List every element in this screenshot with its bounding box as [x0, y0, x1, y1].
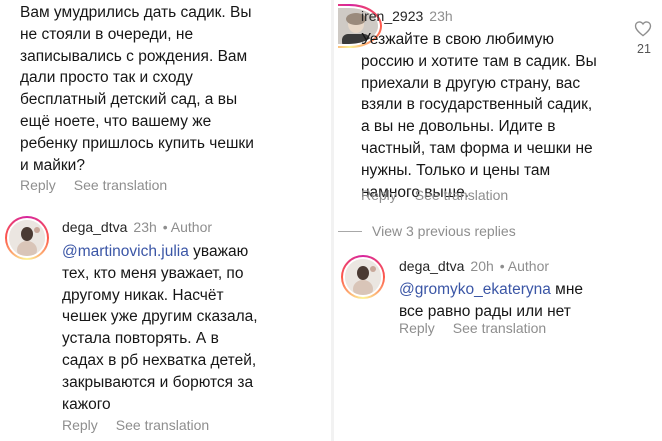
username[interactable]: dega_dtva [399, 258, 464, 274]
username[interactable]: iren_2923 [361, 8, 423, 24]
see-translation-link[interactable]: See translation [415, 187, 508, 203]
timestamp: 23h [429, 8, 453, 24]
comment-header: iren_2923 23h [361, 8, 453, 24]
comment-text: Уезжайте в свою любимую россию и хотите … [361, 31, 597, 201]
see-translation-link[interactable]: See translation [116, 417, 209, 433]
comment-actions: Reply See translation [361, 187, 508, 203]
comment-text: Вам умудрились дать садик. Вы не стояли … [20, 4, 254, 174]
timestamp: 23h [133, 219, 157, 235]
reply-button[interactable]: Reply [20, 177, 56, 193]
reply-text-rest: тех, кто меня уважает, по другому никак.… [62, 264, 258, 413]
username[interactable]: dega_dtva [62, 219, 127, 235]
avatar-image [343, 257, 383, 297]
see-translation-link[interactable]: See translation [453, 320, 546, 336]
left-comment-thread: Вам умудрились дать садик. Вы не стояли … [0, 0, 328, 441]
reply-header: dega_dtva 23h • Author [62, 219, 212, 235]
heart-outline-icon [634, 21, 652, 37]
author-badge: • Author [162, 219, 213, 235]
panel-divider [331, 0, 334, 441]
like-button[interactable] [634, 20, 652, 42]
comment-actions: Reply See translation [20, 177, 167, 193]
reply-header: dega_dtva 20h • Author [399, 258, 549, 274]
author-badge: • Author [499, 258, 550, 274]
reply-text-first: уважаю [188, 243, 249, 260]
timestamp: 20h [470, 258, 494, 274]
reply-text: @gromyko_ekateryna мне все равно рады ил… [399, 279, 649, 323]
like-count: 21 [637, 42, 651, 56]
reply-actions: Reply See translation [62, 417, 209, 433]
reply-text-first: мне [550, 281, 584, 298]
reply-text-rest: все равно рады или нет [399, 302, 571, 320]
replies-line [338, 230, 362, 232]
reply-button[interactable]: Reply [62, 417, 98, 433]
mention-link[interactable]: @gromyko_ekateryna [399, 281, 551, 298]
avatar[interactable] [5, 216, 49, 260]
reply-actions: Reply See translation [399, 320, 546, 336]
view-previous-replies-label: View 3 previous replies [372, 223, 516, 239]
right-comment-thread: iren_2923 23h Уезжайте в свою любимую ро… [338, 0, 662, 441]
see-translation-link[interactable]: See translation [74, 177, 167, 193]
reply-button[interactable]: Reply [399, 320, 435, 336]
view-previous-replies[interactable]: View 3 previous replies [338, 223, 516, 239]
avatar-image [7, 218, 47, 258]
avatar[interactable] [341, 255, 385, 299]
reply-text: @martinovich.julia уважаю тех, кто меня … [62, 241, 324, 415]
mention-link[interactable]: @martinovich.julia [62, 243, 189, 260]
reply-button[interactable]: Reply [361, 187, 397, 203]
